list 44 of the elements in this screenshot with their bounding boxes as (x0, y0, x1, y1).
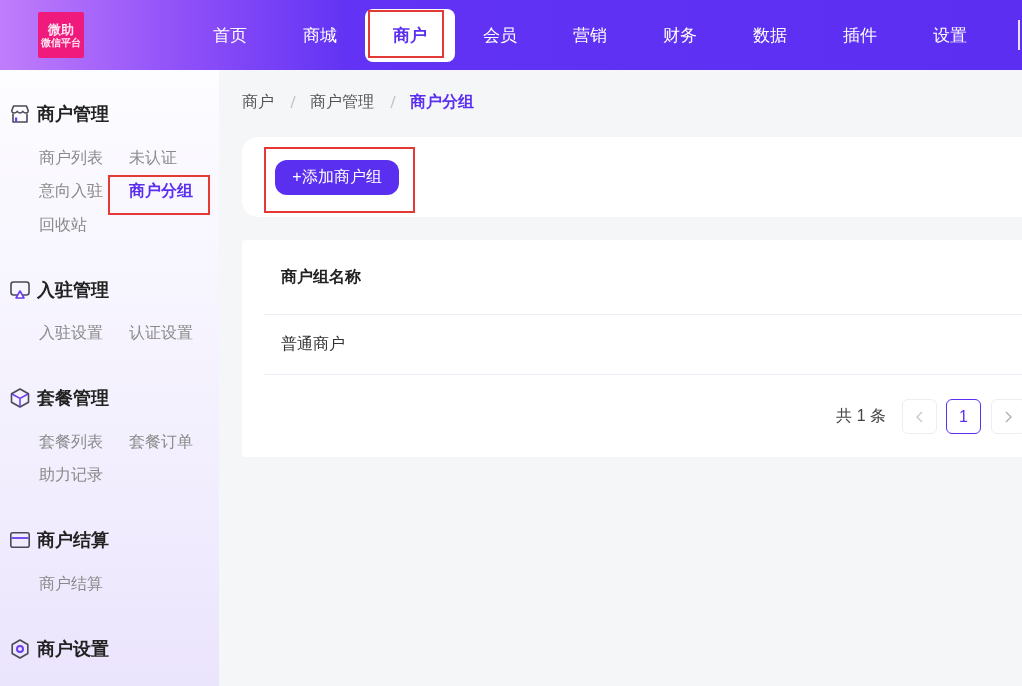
nav-tab[interactable]: 商城 (275, 8, 365, 62)
slash-icon (290, 95, 296, 109)
chevron-right-icon (1005, 410, 1012, 423)
card-icon (10, 532, 30, 548)
nav-tab[interactable]: 商户 (365, 8, 455, 62)
sidebar-link[interactable]: 入驻设置 (39, 323, 103, 344)
cube-icon (10, 388, 30, 408)
sidebar-link[interactable]: 认证设置 (129, 323, 193, 344)
nav-tab[interactable]: 营销 (545, 8, 635, 62)
sidebar-group-title: 商户管理 (37, 103, 109, 126)
storefront-icon (10, 105, 30, 123)
sidebar-group-title: 商户设置 (37, 637, 109, 661)
breadcrumb-link[interactable]: 商户 (242, 91, 274, 113)
nav-tab[interactable]: 会员 (455, 8, 545, 62)
logo-title: 微助 (48, 21, 74, 37)
breadcrumb-current: 商户分组 (410, 92, 474, 112)
sidebar-link[interactable]: 套餐列表 (39, 431, 103, 452)
sidebar-link[interactable]: 套餐订单 (129, 431, 193, 452)
settings-icon (10, 638, 30, 659)
nav-tab[interactable]: 数据 (725, 8, 815, 62)
column-header: 商户组名称 (281, 266, 361, 287)
next-page-button[interactable] (991, 399, 1022, 434)
sidebar-group-title: 套餐管理 (37, 387, 109, 410)
logo-subtitle: 微信平台 (41, 36, 81, 49)
table-cell-text: 普通商户 (281, 334, 345, 354)
total-count: 共 1 条 (836, 406, 886, 426)
slash-icon (390, 95, 396, 109)
sidebar-group-title: 入驻管理 (37, 278, 109, 302)
sidebar-group-title: 商户结算 (37, 529, 109, 552)
nav-tab[interactable]: 插件 (815, 8, 905, 62)
chevron-left-icon (916, 410, 923, 423)
sidebar-link[interactable]: 回收站 (39, 214, 87, 235)
nav-tab[interactable]: 设置 (905, 8, 995, 62)
nav-tab[interactable]: 财务 (635, 8, 725, 62)
sidebar-link[interactable]: 意向入驻 (39, 181, 103, 202)
page-button[interactable]: 1 (946, 399, 981, 434)
sidebar-link[interactable]: 商户列表 (39, 147, 103, 168)
monitor-icon (10, 280, 30, 299)
add-group-button[interactable]: +添加商户组 (275, 160, 399, 195)
prev-page-button[interactable] (902, 399, 937, 434)
nav-tab[interactable]: 首页 (185, 8, 275, 62)
breadcrumb-link[interactable]: 商户管理 (310, 91, 374, 113)
sidebar-link[interactable]: 商户分组 (129, 181, 193, 202)
sidebar-link[interactable]: 未认证 (129, 147, 177, 168)
